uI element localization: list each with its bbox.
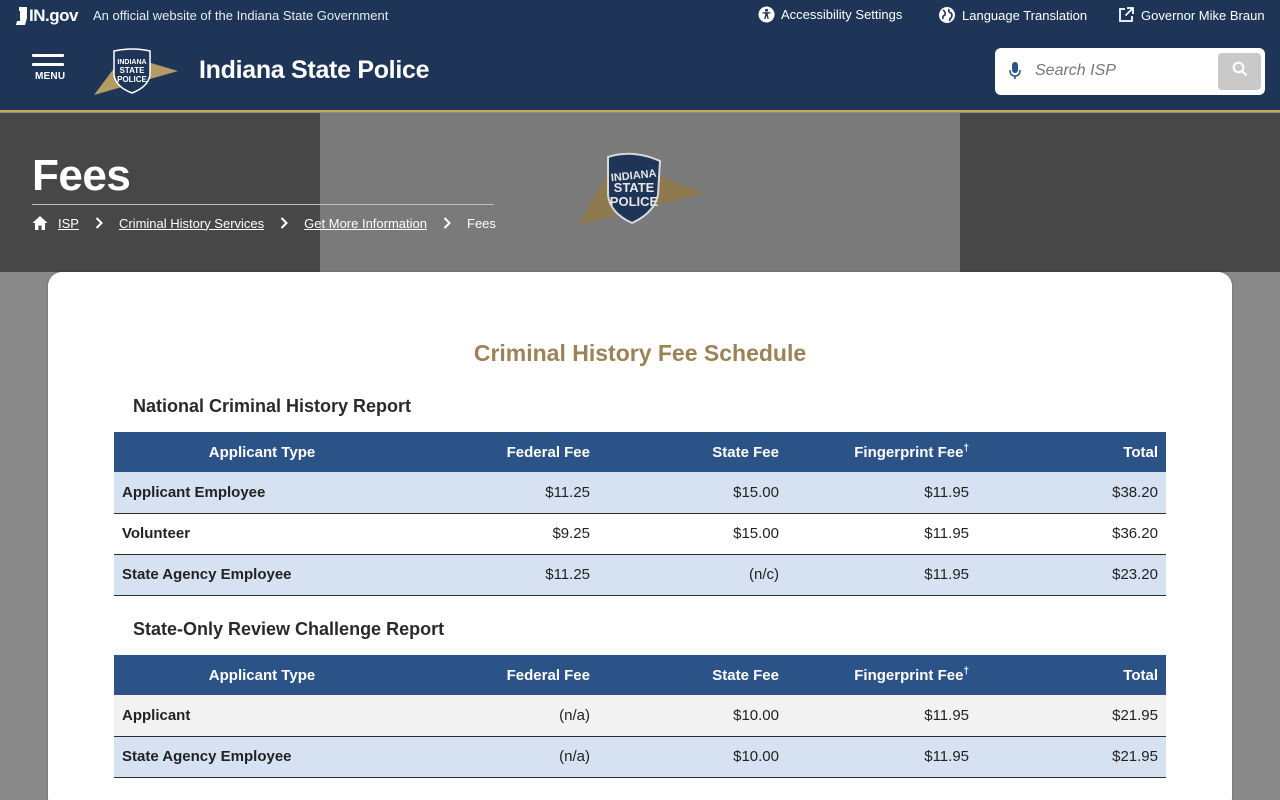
table-cell: $9.25 <box>410 513 598 555</box>
table-cell: $11.95 <box>787 695 977 737</box>
breadcrumb-get-more-information[interactable]: Get More Information <box>304 216 427 231</box>
footnote-mark: † <box>963 665 969 677</box>
table-row: Applicant (n/a) $10.00 $11.95 $21.95 <box>114 695 1166 737</box>
banner-image: INDIANA STATE POLICE <box>320 113 960 272</box>
breadcrumb-criminal-history-services[interactable]: Criminal History Services <box>119 216 264 231</box>
column-header-fingerprint: Fingerprint Fee† <box>787 655 977 695</box>
governor-label: Governor Mike Braun <box>1141 7 1265 23</box>
table-cell: $38.20 <box>977 472 1166 514</box>
table-cell: $10.00 <box>598 736 787 778</box>
microphone-icon[interactable] <box>1009 62 1021 85</box>
column-header: Federal Fee <box>410 655 598 695</box>
table-cell: $11.95 <box>787 472 977 514</box>
accessibility-label: Accessibility Settings <box>781 7 903 22</box>
column-header: Federal Fee <box>410 432 598 472</box>
table-cell: $21.95 <box>977 695 1166 737</box>
table-cell: State Agency Employee <box>114 736 410 778</box>
utility-bar: IN.gov An official website of the Indian… <box>0 0 1280 32</box>
table-header-row: Applicant Type Federal Fee State Fee Fin… <box>114 432 1166 472</box>
fee-schedule-title: Criminal History Fee Schedule <box>473 340 807 366</box>
badge-line-2: STATE <box>614 180 655 195</box>
table-cell: $36.20 <box>977 513 1166 555</box>
breadcrumb-divider <box>32 204 494 205</box>
official-site-text: An official website of the Indiana State… <box>93 8 389 23</box>
column-header: Applicant Type <box>114 432 410 472</box>
column-header-fingerprint: Fingerprint Fee† <box>787 432 977 472</box>
column-header: Applicant Type <box>114 655 410 695</box>
governor-link[interactable]: Governor Mike Braun <box>1117 6 1265 24</box>
table-cell: Applicant Employee <box>114 472 410 514</box>
column-header: Fingerprint Fee <box>854 666 964 684</box>
ingov-logo-link[interactable]: IN.gov <box>16 6 78 26</box>
table-cell: $11.25 <box>410 472 598 514</box>
column-header: Total <box>977 432 1166 472</box>
table-cell: $10.00 <box>598 695 787 737</box>
table-cell: $15.00 <box>598 513 787 555</box>
table-cell: (n/a) <box>410 736 598 778</box>
column-header: State Fee <box>598 655 787 695</box>
table-cell: $23.20 <box>977 554 1166 596</box>
hamburger-icon <box>32 54 64 57</box>
state-only-fee-table: Applicant Type Federal Fee State Fee Fin… <box>114 655 1166 778</box>
isp-logo[interactable]: INDIANA STATE POLICE <box>94 47 180 97</box>
content-card: Criminal History Fee Schedule National C… <box>48 272 1232 800</box>
column-header: Fingerprint Fee <box>854 443 964 461</box>
isp-badge-image: INDIANA STATE POLICE <box>578 152 704 225</box>
language-translation-link[interactable]: Language Translation <box>938 6 1087 24</box>
table-cell: $15.00 <box>598 472 787 514</box>
table-cell: State Agency Employee <box>114 554 410 596</box>
table-header-row: Applicant Type Federal Fee State Fee Fin… <box>114 655 1166 695</box>
menu-button[interactable]: MENU <box>32 54 68 94</box>
table-cell: $11.95 <box>787 513 977 555</box>
menu-label: MENU <box>35 71 66 82</box>
external-link-icon <box>1117 6 1135 24</box>
logo-line-3: POLICE <box>117 75 147 84</box>
column-header: Total <box>977 655 1166 695</box>
national-report-heading: National Criminal History Report <box>133 396 412 416</box>
logo-line-2: STATE <box>119 66 145 75</box>
hamburger-icon-bar <box>32 63 64 66</box>
page-banner: INDIANA STATE POLICE Fees ISP Criminal H… <box>0 113 1280 272</box>
table-cell: $11.95 <box>787 554 977 596</box>
badge-line-3: POLICE <box>610 194 659 209</box>
footnote-mark: † <box>963 442 969 454</box>
accessibility-icon <box>758 6 775 23</box>
table-cell: $11.95 <box>787 736 977 778</box>
breadcrumb-current: Fees <box>467 215 496 231</box>
page-title: Fees <box>32 151 131 200</box>
search-input[interactable] <box>1035 56 1207 86</box>
table-cell: (n/a) <box>410 695 598 737</box>
table-row: Applicant Employee $11.25 $15.00 $11.95 … <box>114 472 1166 514</box>
language-translation-label: Language Translation <box>962 7 1088 23</box>
table-cell: Applicant <box>114 695 410 737</box>
search-button[interactable] <box>1218 53 1261 90</box>
table-row: State Agency Employee $11.25 (n/c) $11.9… <box>114 554 1166 596</box>
indiana-state-icon <box>16 7 27 25</box>
search-box <box>995 48 1265 95</box>
table-cell: $11.25 <box>410 554 598 596</box>
accessibility-settings-link[interactable]: Accessibility Settings <box>758 6 902 23</box>
state-only-report-heading: State-Only Review Challenge Report <box>133 619 445 639</box>
search-icon <box>1232 61 1248 82</box>
chevron-right-icon <box>95 217 103 229</box>
logo-line-1: INDIANA <box>117 59 146 66</box>
table-row: Volunteer $9.25 $15.00 $11.95 $36.20 <box>114 513 1166 555</box>
table-cell: $21.95 <box>977 736 1166 778</box>
home-icon[interactable] <box>32 215 48 231</box>
chevron-right-icon <box>443 217 451 229</box>
breadcrumb-home-link[interactable]: ISP <box>58 216 79 231</box>
column-header: State Fee <box>598 432 787 472</box>
globe-icon <box>938 6 956 24</box>
site-header: MENU INDIANA STATE POLICE Indiana State … <box>0 32 1280 112</box>
breadcrumb: ISP Criminal History Services Get More I… <box>32 215 496 231</box>
site-title[interactable]: Indiana State Police <box>199 56 429 85</box>
national-fee-table: Applicant Type Federal Fee State Fee Fin… <box>114 432 1166 596</box>
ingov-label: IN.gov <box>29 6 78 25</box>
table-cell: (n/c) <box>598 554 787 596</box>
chevron-right-icon <box>280 217 289 229</box>
table-row: State Agency Employee (n/a) $10.00 $11.9… <box>114 736 1166 778</box>
table-cell: Volunteer <box>114 513 410 555</box>
